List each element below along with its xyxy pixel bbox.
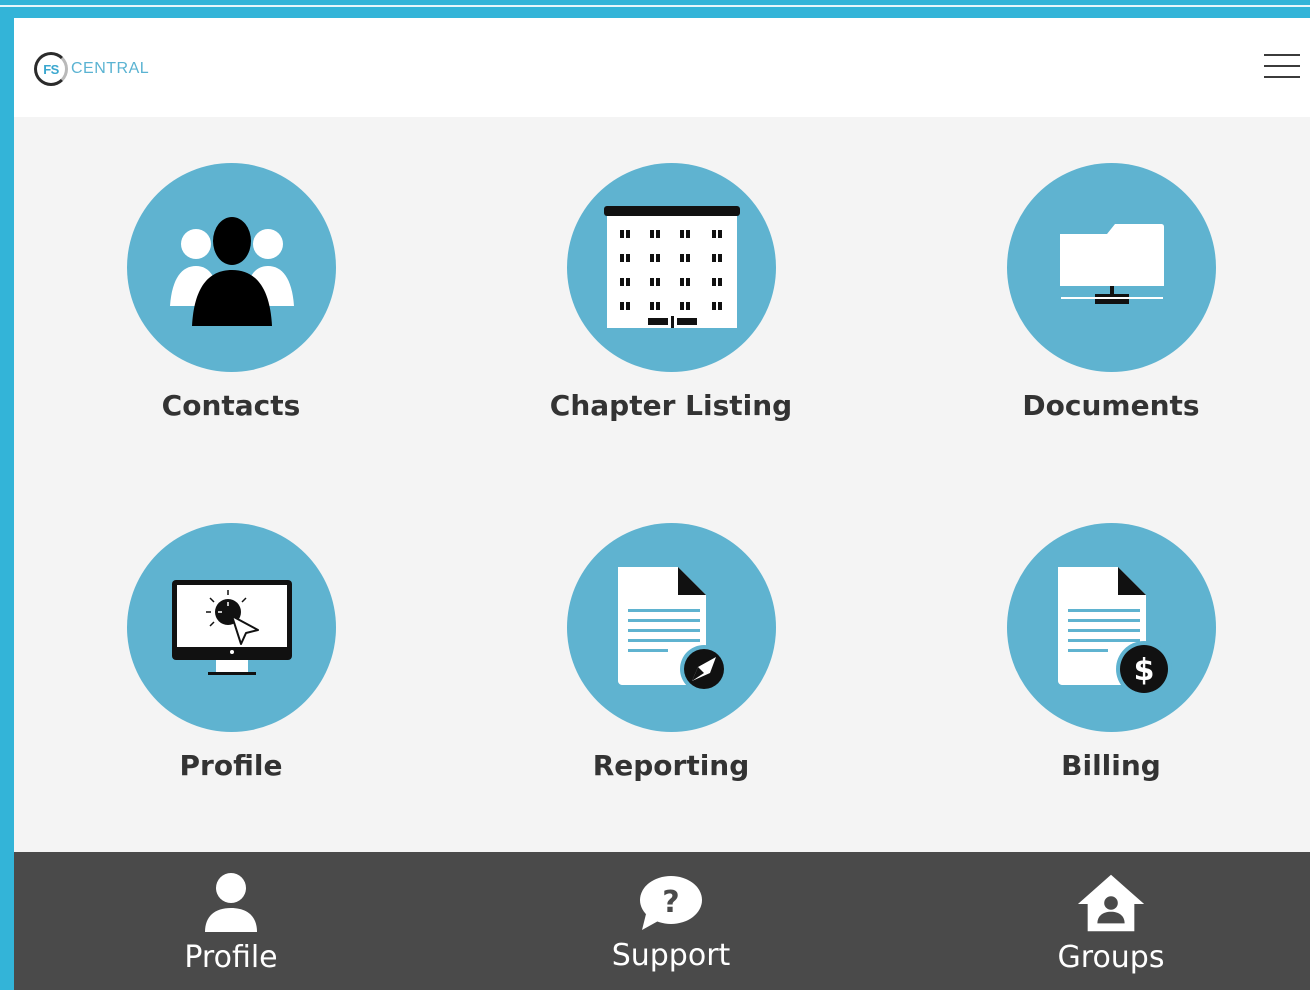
app-container: FS CENTRAL Contacts Chapter Listing Docu…	[14, 18, 1310, 990]
tile-documents[interactable]: Documents	[961, 163, 1261, 453]
app-header: FS CENTRAL	[14, 18, 1310, 117]
contacts-circle	[127, 163, 336, 372]
house-user-icon	[1076, 870, 1146, 936]
tile-contacts[interactable]: Contacts	[81, 163, 381, 453]
hamburger-menu-icon[interactable]	[1264, 52, 1300, 82]
window-frame	[0, 0, 1310, 20]
document-pencil-icon	[617, 566, 728, 693]
logo-text: CENTRAL	[71, 60, 150, 77]
reporting-circle	[567, 523, 776, 732]
bottom-nav: Profile ? Support Groups	[14, 852, 1310, 990]
monitor-cursor-icon	[171, 579, 292, 675]
nav-groups[interactable]: Groups	[961, 852, 1261, 990]
tile-profile[interactable]: Profile	[81, 523, 381, 813]
chapter-listing-circle	[567, 163, 776, 372]
nav-label: Groups	[1057, 940, 1165, 975]
contacts-group-icon	[169, 216, 294, 326]
billing-circle: $	[1007, 523, 1216, 732]
svg-text:?: ?	[662, 885, 679, 920]
tile-label: Documents	[1022, 389, 1200, 422]
nav-support[interactable]: ? Support	[521, 852, 821, 990]
tile-reporting[interactable]: Reporting	[521, 523, 821, 813]
nav-label: Support	[611, 938, 731, 973]
network-folder-icon	[1059, 223, 1164, 304]
question-bubble-icon: ?	[636, 870, 706, 936]
document-dollar-icon: $	[1057, 566, 1172, 693]
tile-label: Reporting	[592, 749, 750, 782]
documents-circle	[1007, 163, 1216, 372]
tile-label: Contacts	[161, 389, 301, 422]
svg-text:$: $	[1133, 653, 1154, 688]
tile-label: Profile	[179, 749, 283, 782]
building-icon	[603, 205, 740, 328]
tile-label: Chapter Listing	[549, 389, 793, 422]
user-icon	[196, 870, 266, 936]
nav-profile[interactable]: Profile	[81, 852, 381, 990]
logo-badge: FS	[34, 52, 68, 86]
profile-circle	[127, 523, 336, 732]
fs-central-logo[interactable]: FS CENTRAL	[34, 50, 149, 88]
tile-billing[interactable]: $ Billing	[961, 523, 1261, 813]
logo-badge-text: FS	[43, 61, 59, 77]
nav-label: Profile	[184, 940, 278, 975]
tile-label: Billing	[1061, 749, 1161, 782]
tile-chapter-listing[interactable]: Chapter Listing	[521, 163, 821, 453]
